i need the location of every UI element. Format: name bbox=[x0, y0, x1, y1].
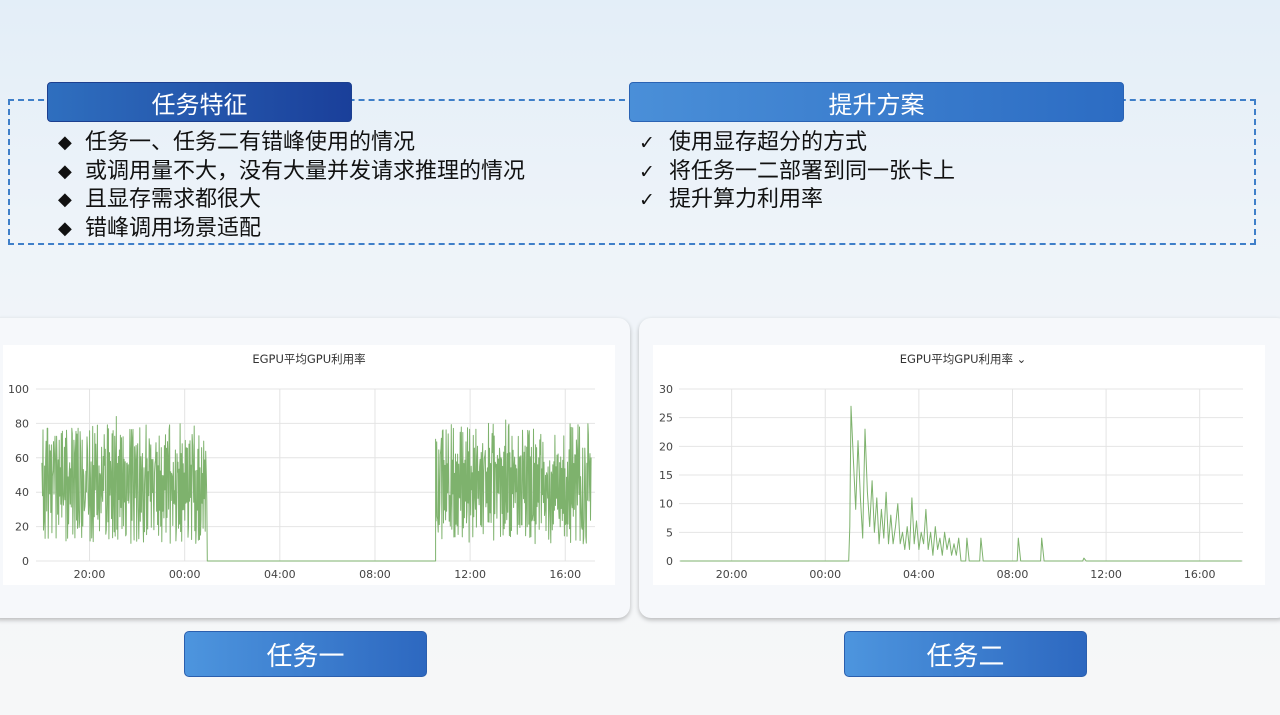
check-icon: ✓ bbox=[639, 132, 655, 154]
task2-label-text: 任务二 bbox=[926, 641, 1005, 672]
task2-gpu-chart: EGPU平均GPU利用率 ⌄ 0 5 10 15 20 25 30 20:00 00:00 04:0… bbox=[659, 352, 1243, 581]
check-icon: ✓ bbox=[639, 160, 655, 183]
y-tick-label: 20 bbox=[15, 521, 29, 534]
task2-chart-panel: EGPU平均GPU利用率 ⌄ 0 5 10 15 20 25 30 20:00 00:00 04:0… bbox=[653, 345, 1265, 585]
x-tick-label: 04:00 bbox=[264, 568, 296, 581]
x-tick-label: 20:00 bbox=[74, 568, 106, 581]
x-tick-label: 16:00 bbox=[1184, 568, 1216, 581]
feature-text: 错峰调用场景适配 bbox=[85, 215, 262, 241]
x-tick-label: 12:00 bbox=[1090, 568, 1122, 581]
y-tick-label: 0 bbox=[22, 555, 29, 568]
y-tick-label: 80 bbox=[15, 417, 29, 430]
task1-chart-panel: EGPU平均GPU利用率 0 20 40 60 80 100 20:00 00:00 04:00 0… bbox=[3, 345, 615, 585]
task1-chart-card: EGPU平均GPU利用率 0 20 40 60 80 100 20:00 00:00 04:00 0… bbox=[0, 318, 630, 618]
feature-text: 或调用量不大，没有大量并发请求推理的情况 bbox=[85, 158, 526, 184]
diamond-bullet-icon: ◆ bbox=[58, 132, 72, 153]
y-tick-label: 40 bbox=[15, 486, 29, 499]
features-title: 任务特征 bbox=[151, 90, 248, 119]
feature-item: ◆ 且显存需求都很大 bbox=[58, 186, 525, 215]
task1-gpu-chart: EGPU平均GPU利用率 0 20 40 60 80 100 20:00 00:00 04:00 0… bbox=[8, 352, 595, 581]
y-tick-label: 100 bbox=[8, 383, 29, 396]
features-list: ◆ 任务一、任务二有错峰使用的情况 ◆ 或调用量不大，没有大量并发请求推理的情况 ◆… bbox=[58, 129, 525, 243]
plan-text: 提升算力利用率 bbox=[669, 187, 824, 212]
diamond-bullet-icon: ◆ bbox=[58, 189, 72, 210]
y-tick-label: 15 bbox=[659, 469, 673, 482]
y-tick-label: 25 bbox=[659, 412, 673, 425]
x-tick-label: 08:00 bbox=[997, 568, 1029, 581]
features-header: 任务特征 bbox=[47, 82, 352, 122]
task1-label-text: 任务一 bbox=[266, 641, 345, 672]
y-tick-label: 10 bbox=[659, 498, 673, 511]
y-tick-label: 0 bbox=[666, 555, 673, 568]
y-tick-label: 30 bbox=[659, 383, 673, 396]
plan-text: 使用显存超分的方式 bbox=[669, 130, 868, 155]
plan-header: 提升方案 bbox=[629, 82, 1124, 122]
x-tick-label: 20:00 bbox=[716, 568, 748, 581]
y-tick-label: 20 bbox=[659, 440, 673, 453]
chart-title: EGPU平均GPU利用率 bbox=[252, 352, 365, 366]
plan-title: 提升方案 bbox=[828, 90, 925, 119]
x-tick-label: 04:00 bbox=[903, 568, 935, 581]
x-tick-label: 12:00 bbox=[454, 568, 486, 581]
diamond-bullet-icon: ◆ bbox=[58, 217, 72, 239]
series-line bbox=[41, 416, 592, 562]
y-tick-label: 5 bbox=[666, 526, 673, 539]
task2-label: 任务二 bbox=[844, 631, 1087, 677]
chart-title: EGPU平均GPU利用率 ⌄ bbox=[900, 352, 1027, 366]
plan-text: 将任务一二部署到同一张卡上 bbox=[669, 158, 956, 184]
plan-item: ✓ 使用显存超分的方式 bbox=[639, 129, 955, 158]
y-tick-label: 60 bbox=[15, 452, 29, 465]
feature-text: 任务一、任务二有错峰使用的情况 bbox=[85, 130, 416, 155]
series-line bbox=[680, 405, 1242, 562]
task2-chart-card: EGPU平均GPU利用率 ⌄ 0 5 10 15 20 25 30 20:00 00:00 04:0… bbox=[639, 318, 1280, 618]
feature-item: ◆ 错峰调用场景适配 bbox=[58, 215, 525, 244]
x-tick-label: 00:00 bbox=[169, 568, 201, 581]
x-tick-label: 16:00 bbox=[549, 568, 581, 581]
check-icon: ✓ bbox=[639, 189, 655, 211]
plan-item: ✓ 提升算力利用率 bbox=[639, 186, 955, 215]
feature-text: 且显存需求都很大 bbox=[85, 187, 262, 212]
plan-list: ✓ 使用显存超分的方式 ✓ 将任务一二部署到同一张卡上 ✓ 提升算力利用率 bbox=[639, 129, 955, 215]
feature-item: ◆ 任务一、任务二有错峰使用的情况 bbox=[58, 129, 525, 158]
diamond-bullet-icon: ◆ bbox=[58, 160, 72, 182]
plan-item: ✓ 将任务一二部署到同一张卡上 bbox=[639, 158, 955, 187]
task1-label: 任务一 bbox=[184, 631, 427, 677]
x-tick-label: 00:00 bbox=[809, 568, 841, 581]
x-tick-label: 08:00 bbox=[359, 568, 391, 581]
feature-item: ◆ 或调用量不大，没有大量并发请求推理的情况 bbox=[58, 158, 525, 187]
